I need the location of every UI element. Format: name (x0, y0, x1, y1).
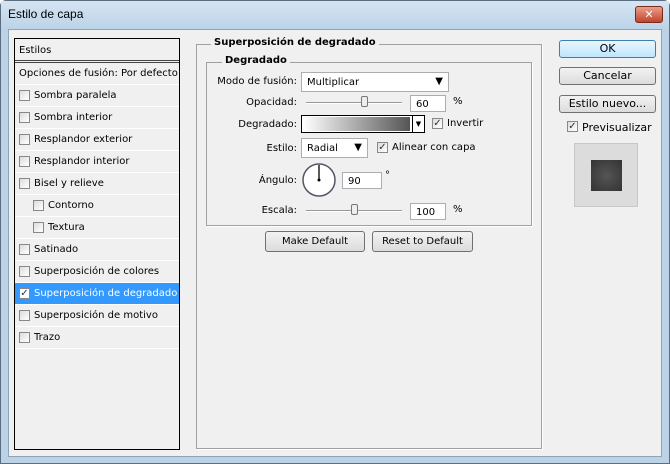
checkbox-icon[interactable] (19, 134, 30, 145)
style-item[interactable]: Resplandor interior (15, 151, 179, 173)
style-item[interactable]: Superposición de motivo (15, 305, 179, 327)
align-label: Alinear con capa (392, 142, 476, 153)
checkbox-icon[interactable] (19, 112, 30, 123)
gradient-preview (303, 117, 410, 131)
gradient-picker[interactable]: ▼ (301, 115, 425, 133)
blend-mode-select[interactable]: Multiplicar ▼ (301, 72, 449, 92)
style-item-label: Textura (48, 222, 85, 233)
blend-options-item[interactable]: Opciones de fusión: Por defecto (15, 63, 179, 85)
chevron-down-icon: ▼ (354, 142, 362, 153)
style-item-label: Resplandor exterior (34, 134, 133, 145)
checkbox-icon[interactable] (33, 200, 44, 211)
close-button[interactable]: ✕ (635, 6, 663, 23)
preview-thumbnail (574, 143, 638, 207)
checkbox-icon[interactable] (19, 332, 30, 343)
ok-button[interactable]: OK (559, 40, 656, 58)
close-icon: ✕ (644, 8, 654, 21)
style-item[interactable]: Contorno (15, 195, 179, 217)
invert-label: Invertir (447, 118, 484, 129)
style-label: Estilo: (266, 143, 298, 154)
checkbox-icon: ✓ (567, 121, 578, 132)
styles-header[interactable]: Estilos (15, 39, 179, 63)
style-item[interactable]: Trazo (15, 327, 179, 349)
title-bar: Estilo de capa ✕ (1, 1, 669, 29)
scale-slider-thumb[interactable] (351, 204, 358, 215)
new-style-button[interactable]: Estilo nuevo... (559, 95, 656, 113)
style-item[interactable]: Bisel y relieve (15, 173, 179, 195)
style-item-label: Contorno (48, 200, 94, 211)
style-select[interactable]: Radial ▼ (301, 138, 368, 158)
angle-label: Ángulo: (258, 175, 297, 186)
angle-input[interactable]: 90 (342, 172, 382, 189)
cancel-button[interactable]: Cancelar (559, 67, 656, 85)
checkbox-icon[interactable]: ✓ (19, 288, 30, 299)
style-item-label: Superposición de motivo (34, 310, 158, 321)
checkbox-icon[interactable] (19, 244, 30, 255)
style-item[interactable]: Sombra interior (15, 107, 179, 129)
styles-list: Estilos Opciones de fusión: Por defecto … (14, 38, 180, 450)
checkbox-icon: ✓ (432, 118, 443, 129)
style-item-label: Superposición de degradado (34, 288, 178, 299)
opacity-unit: % (453, 96, 463, 107)
angle-unit: ° (385, 170, 390, 181)
blend-mode-value: Multiplicar (307, 77, 360, 88)
align-checkbox[interactable]: ✓ Alinear con capa (377, 142, 476, 153)
checkbox-icon: ✓ (377, 142, 388, 153)
checkbox-icon[interactable] (19, 266, 30, 277)
scale-label: Escala: (261, 205, 297, 216)
chevron-down-icon: ▼ (435, 76, 443, 87)
style-item-label: Satinado (34, 244, 79, 255)
opacity-slider-thumb[interactable] (360, 96, 368, 107)
chevron-down-icon[interactable]: ▼ (412, 116, 424, 132)
style-item[interactable]: Resplandor exterior (15, 129, 179, 151)
scale-unit: % (453, 204, 463, 215)
invert-checkbox[interactable]: ✓ Invertir (432, 118, 483, 129)
style-item[interactable]: ✓ Superposición de degradado (15, 283, 179, 305)
style-item-label: Sombra paralela (34, 90, 117, 101)
make-default-button[interactable]: Make Default (265, 231, 365, 252)
checkbox-icon[interactable] (19, 178, 30, 189)
panel-title: Superposición de degradado (211, 37, 379, 48)
style-item[interactable]: Satinado (15, 239, 179, 261)
preview-square (591, 160, 622, 191)
style-item-label: Sombra interior (34, 112, 113, 123)
opacity-input[interactable]: 60 (410, 95, 446, 112)
reset-to-default-button[interactable]: Reset to Default (372, 231, 473, 252)
checkbox-icon[interactable] (19, 90, 30, 101)
opacity-label: Opacidad: (246, 97, 297, 108)
style-item[interactable]: Textura (15, 217, 179, 239)
style-item-label: Bisel y relieve (34, 178, 104, 189)
style-value: Radial (307, 143, 338, 154)
checkbox-icon[interactable] (33, 222, 44, 233)
style-item[interactable]: Sombra paralela (15, 85, 179, 107)
checkbox-icon[interactable] (19, 310, 30, 321)
style-item-label: Trazo (34, 332, 61, 343)
style-item-label: Superposición de colores (34, 266, 160, 277)
window-title: Estilo de capa (8, 7, 84, 21)
preview-checkbox[interactable]: ✓ Previsualizar (567, 121, 652, 134)
preview-label: Previsualizar (582, 121, 652, 134)
checkbox-icon[interactable] (19, 156, 30, 167)
angle-dial[interactable] (301, 162, 337, 198)
blend-mode-label: Modo de fusión: (217, 76, 297, 87)
style-item-label: Resplandor interior (34, 156, 130, 167)
group-title: Degradado (222, 55, 290, 66)
gradient-label: Degradado: (238, 119, 297, 130)
scale-input[interactable]: 100 (410, 203, 446, 220)
opacity-slider[interactable] (306, 102, 402, 104)
style-item[interactable]: Superposición de colores (15, 261, 179, 283)
